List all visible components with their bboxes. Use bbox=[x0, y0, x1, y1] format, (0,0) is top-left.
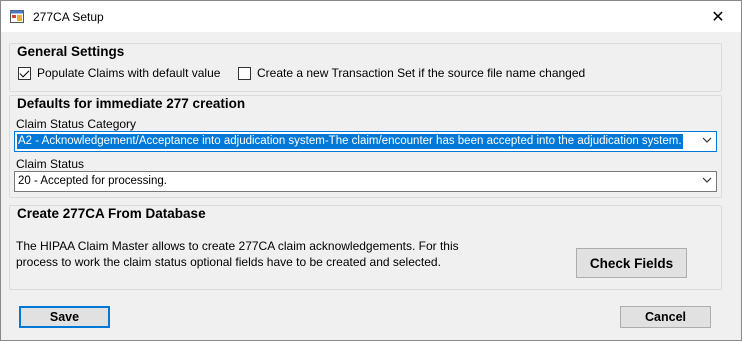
general-settings-group: General Settings Populate Claims with de… bbox=[9, 43, 722, 92]
title-bar: 277CA Setup ✕ bbox=[1, 1, 741, 32]
database-description: The HIPAA Claim Master allows to create … bbox=[16, 239, 459, 269]
new-transaction-set-label: Create a new Transaction Set if the sour… bbox=[257, 66, 586, 80]
cancel-button[interactable]: Cancel bbox=[620, 306, 711, 328]
general-settings-title: General Settings bbox=[17, 44, 125, 59]
claim-status-select[interactable]: 20 - Accepted for processing. bbox=[14, 171, 717, 192]
populate-claims-label: Populate Claims with default value bbox=[37, 66, 221, 80]
app-window-icon bbox=[10, 10, 24, 23]
claim-status-category-select[interactable]: A2 - Acknowledgement/Acceptance into adj… bbox=[14, 131, 717, 152]
populate-claims-option[interactable]: Populate Claims with default value bbox=[18, 66, 220, 80]
claim-status-label: Claim Status bbox=[16, 157, 85, 171]
close-icon: ✕ bbox=[711, 8, 725, 26]
chevron-down-icon bbox=[702, 137, 712, 143]
window-title: 277CA Setup bbox=[33, 10, 104, 24]
claim-status-value: 20 - Accepted for processing. bbox=[18, 175, 167, 187]
save-button[interactable]: Save bbox=[19, 306, 110, 328]
claim-status-category-label: Claim Status Category bbox=[16, 117, 137, 131]
defaults-group: Defaults for immediate 277 creation Clai… bbox=[9, 95, 722, 198]
close-button[interactable]: ✕ bbox=[695, 1, 741, 32]
setup-dialog: 277CA Setup ✕ General Settings Populate … bbox=[0, 0, 742, 341]
chevron-down-icon bbox=[702, 177, 712, 183]
check-fields-button[interactable]: Check Fields bbox=[576, 248, 687, 278]
new-transaction-set-checkbox[interactable] bbox=[238, 66, 251, 80]
new-transaction-set-option[interactable]: Create a new Transaction Set if the sour… bbox=[238, 66, 585, 80]
populate-claims-checkbox[interactable] bbox=[18, 66, 31, 80]
claim-status-category-value: A2 - Acknowledgement/Acceptance into adj… bbox=[17, 134, 683, 149]
database-title: Create 277CA From Database bbox=[17, 206, 206, 221]
defaults-title: Defaults for immediate 277 creation bbox=[17, 96, 246, 111]
